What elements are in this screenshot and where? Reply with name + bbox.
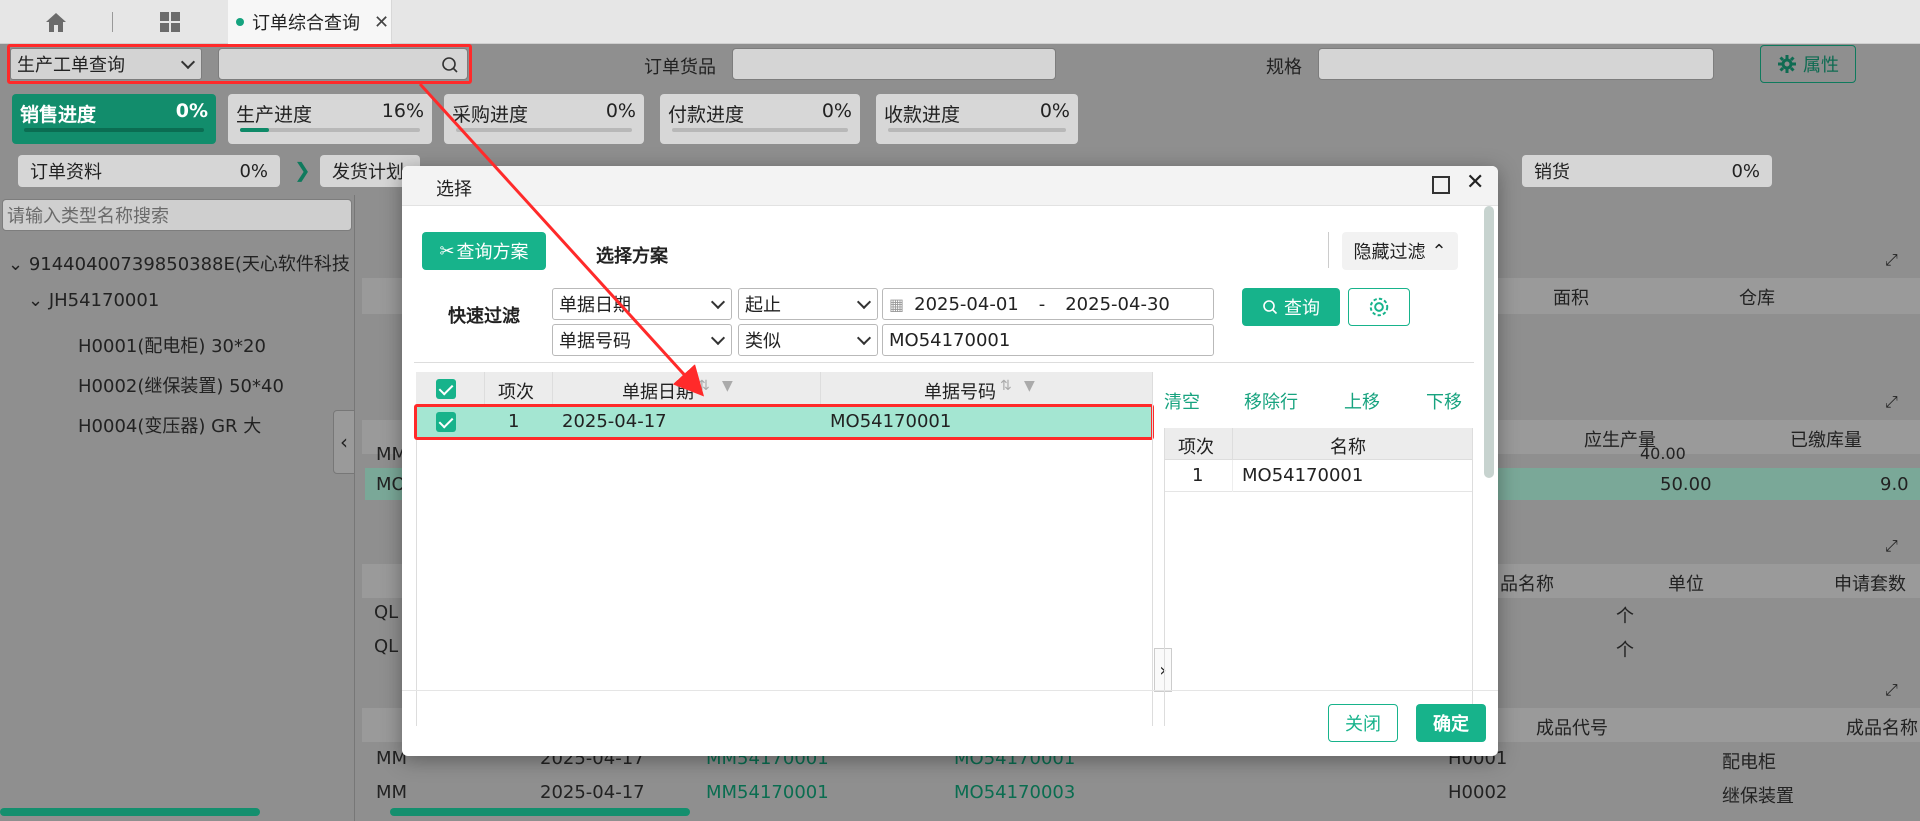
- annotation-arrow: [418, 82, 705, 397]
